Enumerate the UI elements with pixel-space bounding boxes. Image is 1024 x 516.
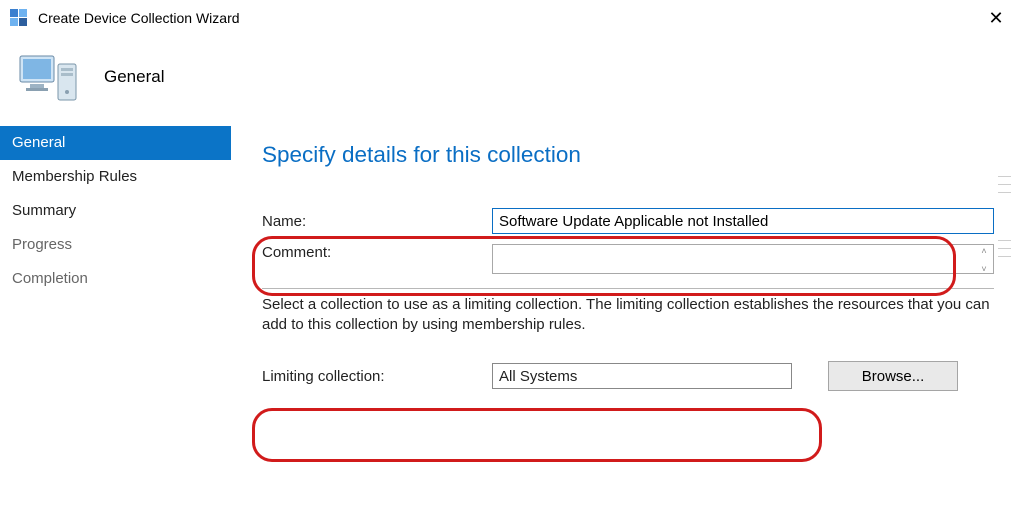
- comment-row: Comment: ˄ ˅: [262, 244, 994, 278]
- chevron-down-icon[interactable]: ˅: [976, 264, 992, 274]
- limiting-collection-row: Limiting collection: All Systems Browse.…: [262, 361, 994, 391]
- limiting-collection-label: Limiting collection:: [262, 368, 492, 385]
- chevron-up-icon[interactable]: ˄: [976, 246, 992, 256]
- sidebar-step-general[interactable]: General: [0, 126, 231, 160]
- title-bar: Create Device Collection Wizard ✕: [0, 0, 1024, 36]
- section-divider: [262, 288, 994, 289]
- limiting-collection-field: All Systems: [492, 363, 792, 389]
- edge-artifact: — ——: [998, 236, 1022, 260]
- comment-input[interactable]: [492, 244, 994, 274]
- sidebar-step-completion: Completion: [0, 262, 231, 296]
- name-row: Name:: [262, 208, 994, 234]
- name-label: Name:: [262, 213, 492, 230]
- comment-scroll-buttons[interactable]: ˄ ˅: [976, 246, 992, 274]
- wizard-main-panel: Specify details for this collection Name…: [232, 126, 1024, 514]
- section-heading: Specify details for this collection: [262, 142, 994, 168]
- collection-icon: [18, 48, 80, 106]
- wizard-header: General: [0, 36, 1024, 126]
- edge-artifact: — ——: [998, 172, 1022, 196]
- sidebar-step-progress: Progress: [0, 228, 231, 262]
- page-title: General: [104, 67, 164, 87]
- comment-label: Comment:: [262, 244, 492, 261]
- limiting-help-text: Select a collection to use as a limiting…: [262, 295, 994, 335]
- window-title: Create Device Collection Wizard: [38, 10, 974, 26]
- sidebar-step-summary[interactable]: Summary: [0, 194, 231, 228]
- browse-button[interactable]: Browse...: [828, 361, 958, 391]
- close-icon[interactable]: ✕: [974, 3, 1018, 33]
- wizard-steps-sidebar: General Membership Rules Summary Progres…: [0, 126, 232, 514]
- name-input[interactable]: [492, 208, 994, 234]
- sidebar-step-membership-rules[interactable]: Membership Rules: [0, 160, 231, 194]
- app-icon: [10, 9, 28, 27]
